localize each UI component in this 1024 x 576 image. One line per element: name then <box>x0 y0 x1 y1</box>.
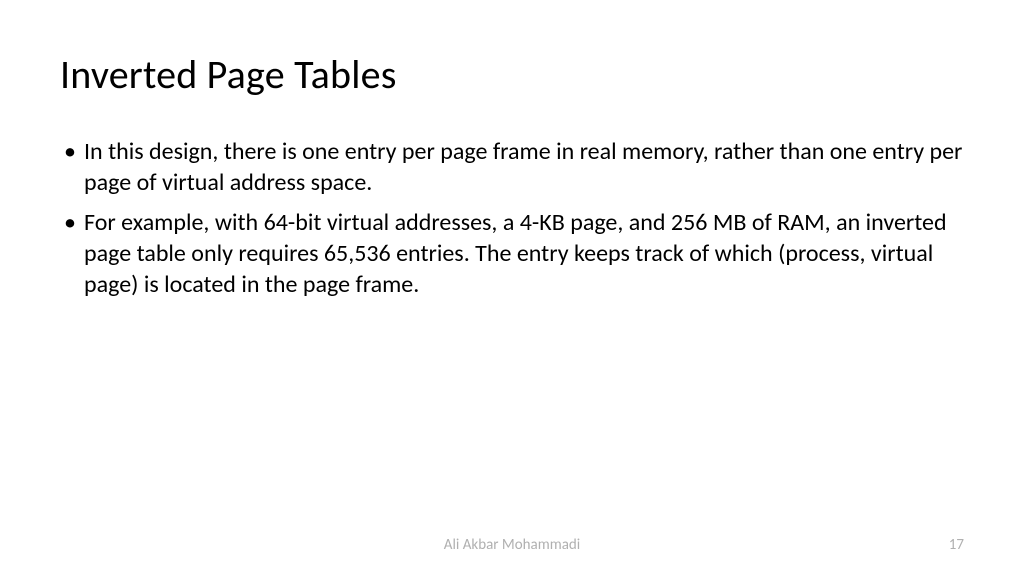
footer-author: Ali Akbar Mohammadi <box>444 536 580 554</box>
slide-footer: Ali Akbar Mohammadi 17 <box>0 536 1024 554</box>
footer-page-number: 17 <box>949 536 964 554</box>
slide-title: Inverted Page Tables <box>60 50 964 99</box>
bullet-item: In this design, there is one entry per p… <box>60 137 964 198</box>
bullet-list: In this design, there is one entry per p… <box>60 137 964 301</box>
bullet-item: For example, with 64-bit virtual address… <box>60 208 964 300</box>
slide: Inverted Page Tables In this design, the… <box>0 0 1024 576</box>
